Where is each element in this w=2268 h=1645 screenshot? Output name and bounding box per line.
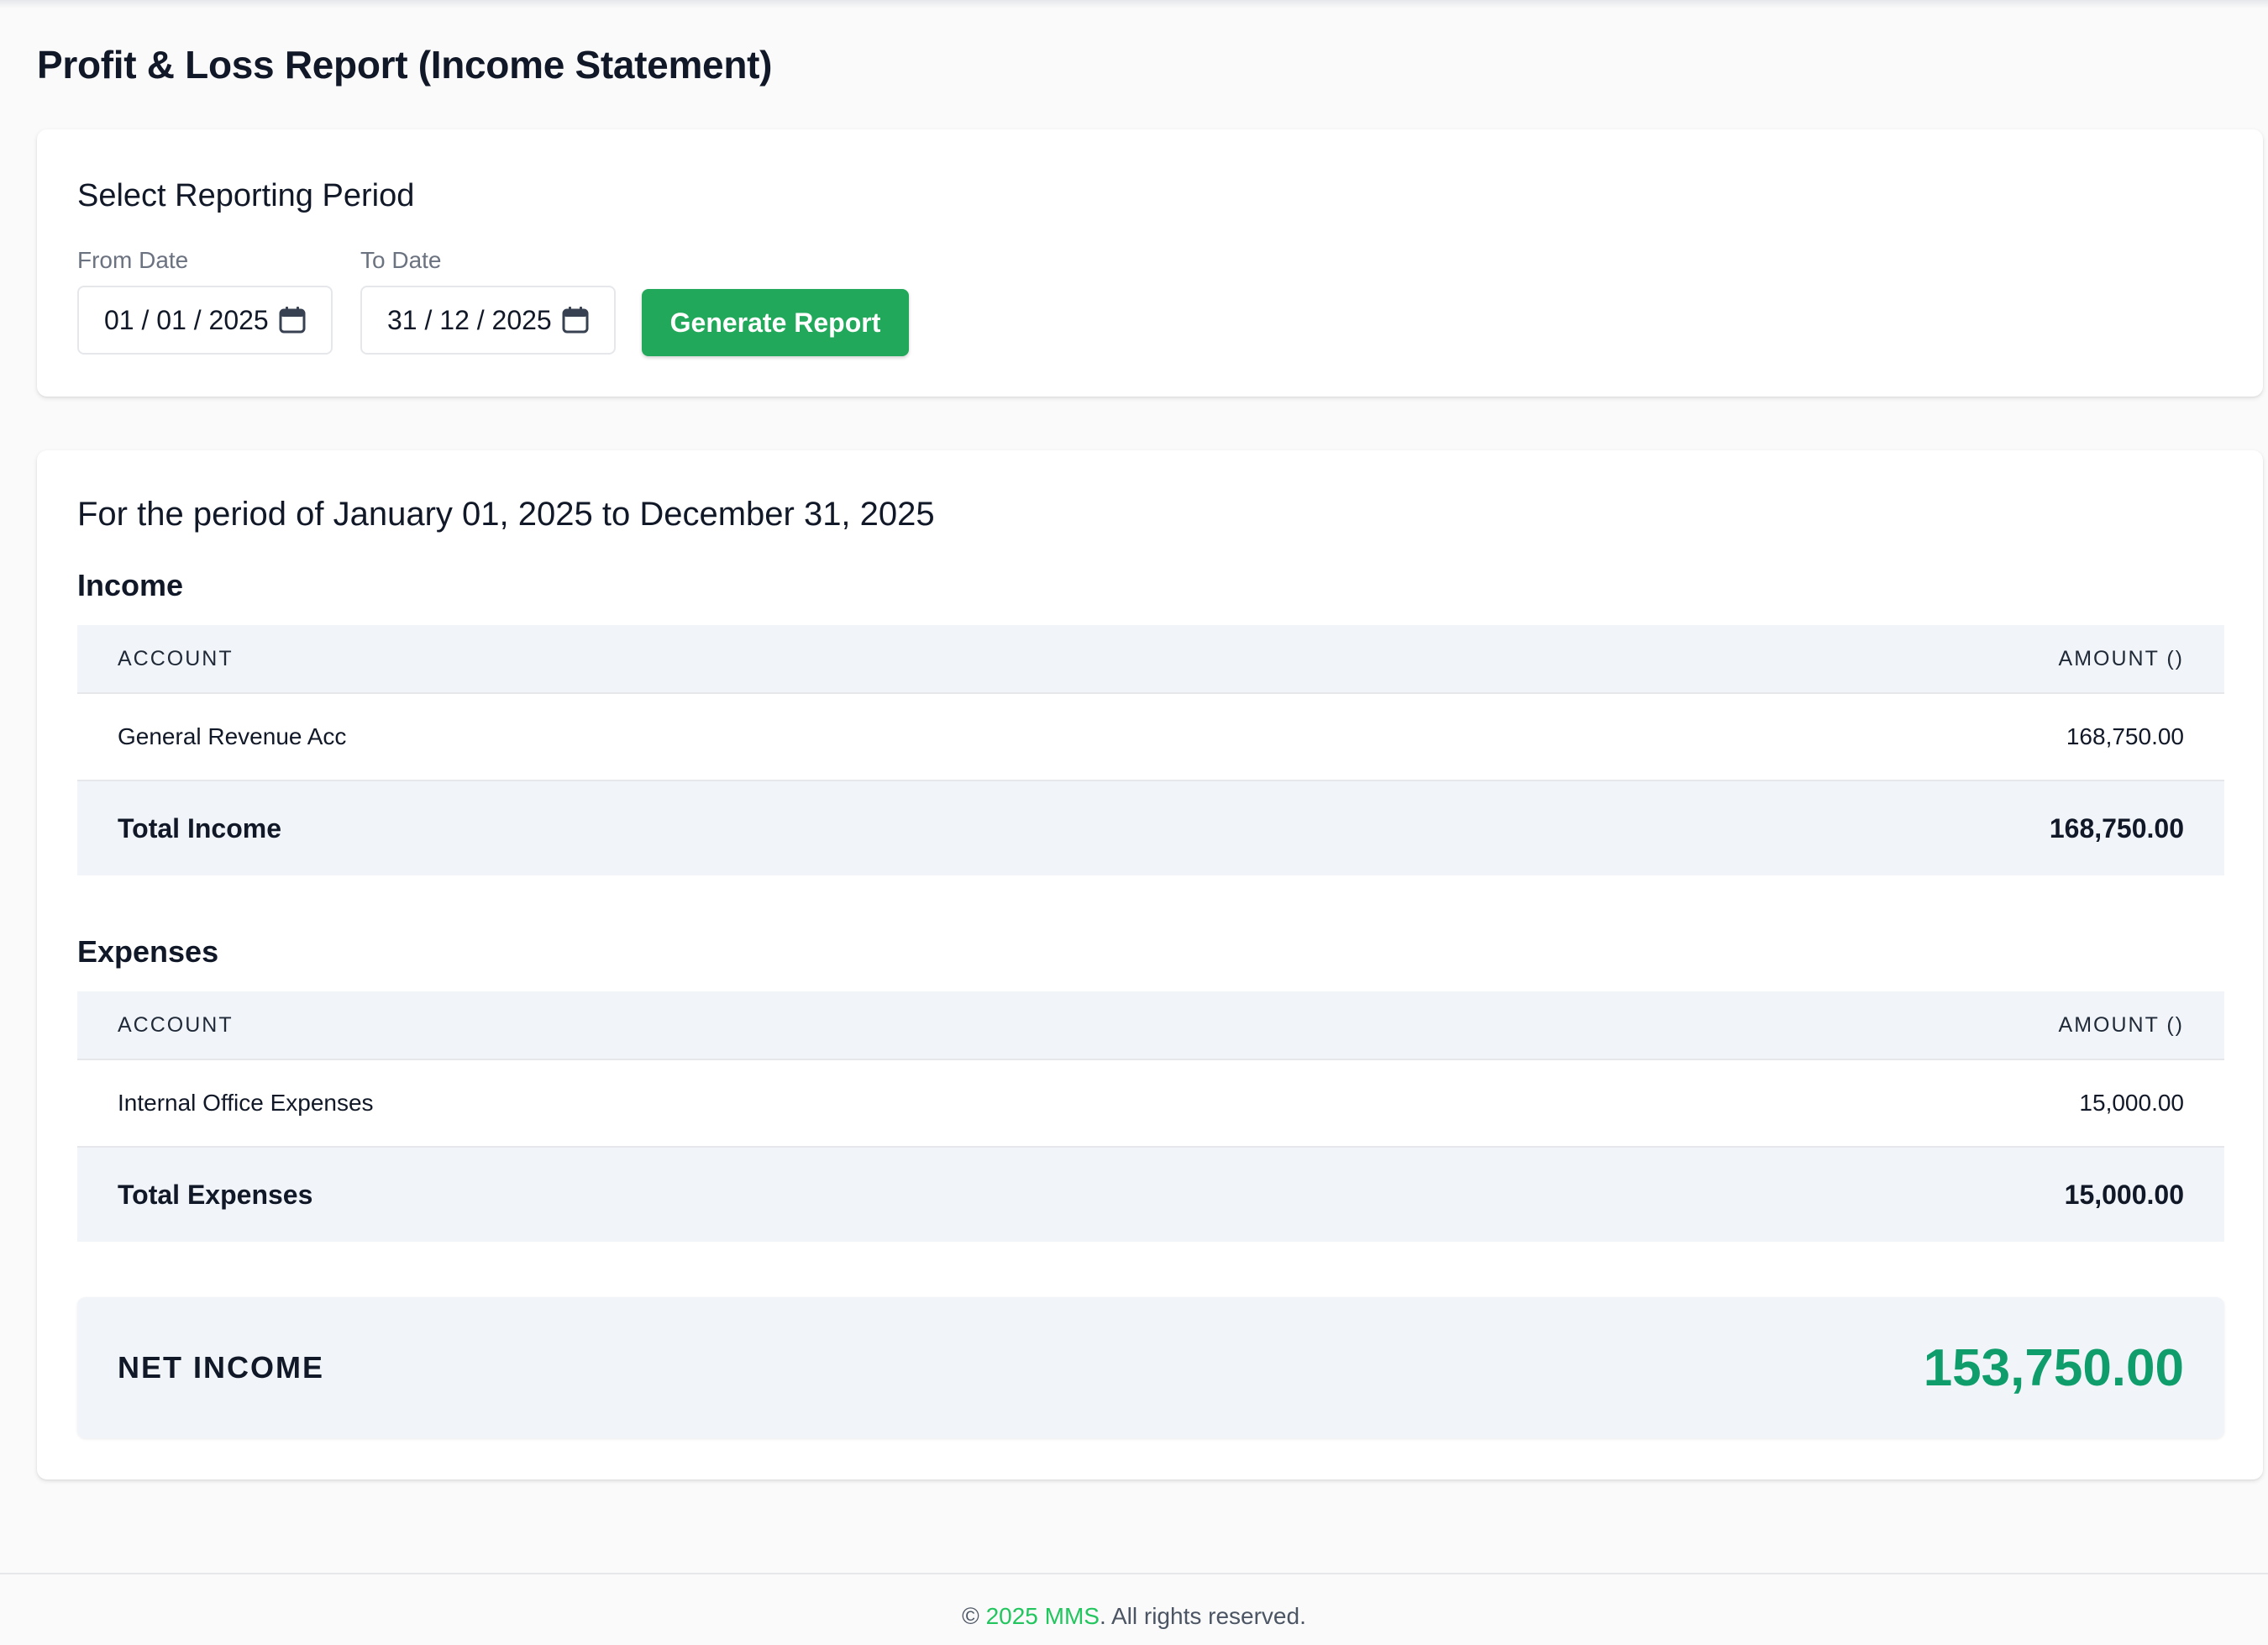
account-name: General Revenue Acc: [118, 723, 347, 749]
filter-title: Select Reporting Period: [77, 178, 415, 213]
account-name: Internal Office Expenses: [118, 1090, 374, 1116]
total-income-value: 168,750.00: [2049, 812, 2184, 844]
expenses-table-header: ACCOUNT AMOUNT (): [77, 991, 2224, 1060]
income-table: ACCOUNT AMOUNT () General Revenue Acc 16…: [77, 625, 2224, 875]
column-header-amount: AMOUNT (): [2058, 1012, 2184, 1037]
column-header-account: ACCOUNT: [118, 646, 234, 670]
column-header-account: ACCOUNT: [118, 1012, 234, 1037]
report-card: For the period of January 01, 2025 to De…: [37, 450, 2263, 1479]
footer-rights-text: . All rights reserved.: [1099, 1603, 1306, 1629]
expenses-total-row: Total Expenses 15,000.00: [77, 1148, 2224, 1242]
period-title: For the period of January 01, 2025 to De…: [77, 496, 935, 533]
income-table-header: ACCOUNT AMOUNT (): [77, 625, 2224, 694]
top-bar-shadow: [0, 0, 2268, 8]
period-filter-card: Select Reporting Period From Date 01 / 0…: [37, 129, 2263, 397]
net-income-label: NET INCOME: [118, 1350, 325, 1385]
total-income-label: Total Income: [118, 812, 281, 844]
copyright-symbol: ©: [962, 1603, 979, 1629]
income-section-title: Income: [77, 568, 184, 602]
to-date-label: To Date: [360, 247, 442, 273]
calendar-icon[interactable]: [279, 306, 306, 334]
footer-brand-link[interactable]: 2025 MMS: [986, 1603, 1100, 1629]
from-date-value: 01 / 01 / 2025: [104, 304, 269, 335]
total-expenses-label: Total Expenses: [118, 1179, 313, 1210]
calendar-icon[interactable]: [562, 306, 589, 334]
income-total-row: Total Income 168,750.00: [77, 781, 2224, 875]
to-date-value: 31 / 12 / 2025: [387, 304, 552, 335]
net-income-value: 153,750.00: [1923, 1338, 2184, 1397]
table-row: Internal Office Expenses 15,000.00: [77, 1060, 2224, 1148]
page-title: Profit & Loss Report (Income Statement): [37, 43, 773, 87]
table-row: General Revenue Acc 168,750.00: [77, 694, 2224, 781]
footer: © 2025 MMS. All rights reserved.: [0, 1573, 2268, 1645]
total-expenses-value: 15,000.00: [2064, 1179, 2184, 1210]
from-date-input[interactable]: 01 / 01 / 2025: [77, 286, 333, 355]
account-amount: 15,000.00: [2079, 1090, 2184, 1116]
expenses-table: ACCOUNT AMOUNT () Internal Office Expens…: [77, 991, 2224, 1242]
account-amount: 168,750.00: [2066, 723, 2184, 749]
column-header-amount: AMOUNT (): [2058, 646, 2184, 670]
expenses-section-title: Expenses: [77, 934, 219, 969]
to-date-input[interactable]: 31 / 12 / 2025: [360, 286, 616, 355]
net-income-box: NET INCOME 153,750.00: [77, 1297, 2224, 1438]
generate-report-button[interactable]: Generate Report: [642, 289, 909, 356]
from-date-label: From Date: [77, 247, 189, 273]
